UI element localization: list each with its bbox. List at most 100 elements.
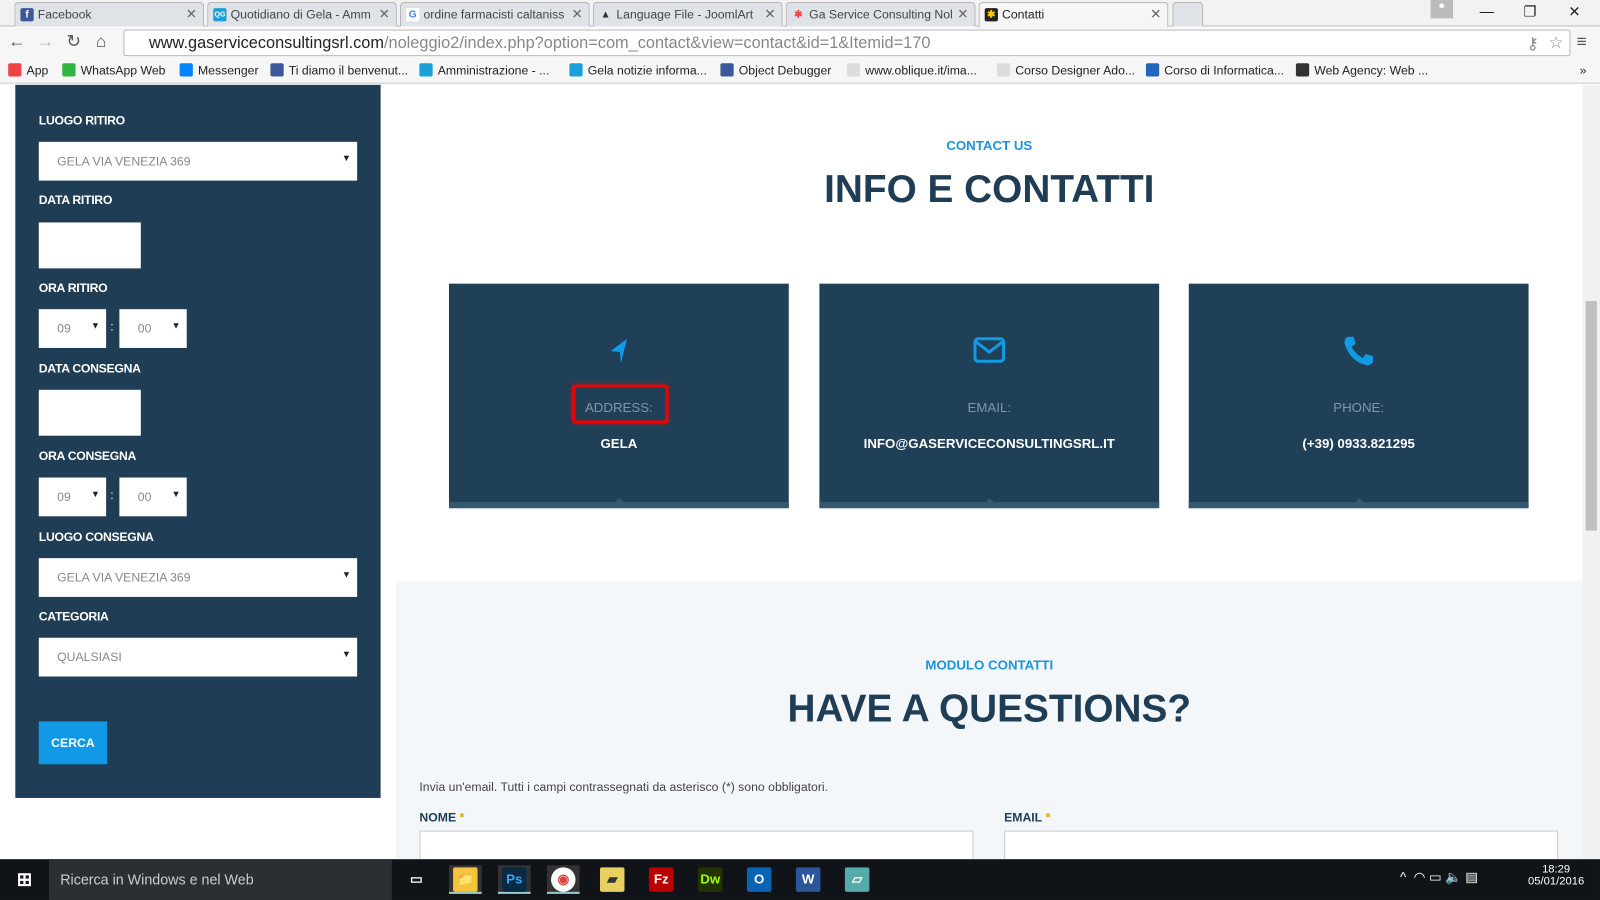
start-button[interactable]: ⊞ [8,865,41,894]
windows-taskbar: ⊞ Ricerca in Windows e nel Web ▭ 📁 Ps ◉ ▰ Fz D… [0,859,1600,900]
close-tab-icon[interactable]: ✕ [186,6,197,22]
url-path: /noleggio2/index.php?option=com_contact&… [383,34,931,53]
star-icon[interactable]: ☆ [1549,33,1564,53]
categoria-select[interactable]: QUALSIASI ▼ [38,637,358,677]
bookmark-icon [996,63,1011,77]
tab-facebook[interactable]: f Facebook ✕ [14,2,205,27]
tray-icons[interactable]: ^ ◠ ▭ 🔈 ▤ [1400,869,1478,885]
email-label-text: EMAIL [1004,810,1043,825]
bookmark-icon [846,63,861,77]
bookmark-icon [569,63,583,77]
profile-icon[interactable]: ● [1430,0,1454,19]
dropdown-arrow-icon: ▼ [171,488,181,499]
form-intro: Invia un'email. Tutti i campi contrasseg… [419,779,829,794]
cerca-button[interactable]: CERCA [38,721,108,765]
data-ritiro-input[interactable] [38,222,141,269]
back-icon[interactable]: ← [8,32,25,52]
tab-gaservice[interactable]: ✱ Ga Service Consulting Nol ✕ [785,2,976,27]
bookmark-item[interactable]: Gela notizie informa... [569,63,707,78]
minimize-button[interactable]: — [1480,3,1494,19]
address-bar[interactable]: www.gaserviceconsultingsrl.com/noleggio2… [123,29,1571,57]
taskbar-app-icon[interactable]: 📁 [448,865,482,894]
close-tab-icon[interactable]: ✕ [379,6,390,22]
luogo-ritiro-select[interactable]: GELA VIA VENEZIA 369 ▼ [38,141,358,181]
email-input[interactable] [1004,830,1559,860]
bookmark-item[interactable]: Object Debugger [720,63,831,78]
bookmark-label: Gela notizie informa... [587,63,707,78]
tab-google[interactable]: Gordine farmacisti caltaniss ✕ [399,2,590,27]
select-value: 00 [137,321,152,336]
data-consegna-input[interactable] [38,389,141,436]
phone-value[interactable]: (+39) 0933.821295 [1189,436,1529,451]
bookmark-label: WhatsApp Web [80,63,166,78]
bookmark-label: Messenger [197,63,259,78]
taskbar-search[interactable]: Ricerca in Windows e nel Web [48,859,392,900]
menu-icon[interactable]: ≡ [1577,32,1587,52]
nome-input[interactable] [419,830,974,860]
address-card: ADDRESS: GELA [448,283,789,509]
close-tab-icon[interactable]: ✕ [572,6,583,22]
taskbar-app-icon[interactable]: Fz [645,865,678,894]
taskbar-app-icon[interactable]: ▰ [596,865,629,894]
bookmark-item[interactable]: Ti diamo il benvenut... [270,63,408,78]
forward-icon[interactable]: → [37,32,54,52]
bookmark-label: App [26,63,49,78]
taskbar-app-icon[interactable]: Dw [694,865,727,894]
google-icon: G [406,8,420,22]
app-glyph: Fz [648,867,674,892]
taskbar-app-icon[interactable]: Ps [497,865,531,894]
close-tab-icon[interactable]: ✕ [1150,6,1161,22]
tab-strip: f Facebook ✕ QG Quotidiano di Gela - Amm ✕ G… [0,0,1600,28]
bookmark-item[interactable]: WhatsApp Web [62,63,166,78]
bookmark-item[interactable]: App [8,63,49,78]
ora-ritiro-label: ORA RITIRO [38,280,108,295]
reload-icon[interactable]: ↻ [66,32,81,52]
bookmark-item[interactable]: Web Agency: Web ... [1295,63,1428,78]
bookmarks-overflow-icon[interactable]: » [1580,63,1587,77]
ora-consegna-hour-select[interactable]: 09 ▼ [38,477,107,517]
time-separator: : [110,319,114,334]
bookmark-icon [179,63,193,77]
tab-joomlart[interactable]: ▲ Language File - JoomlArt ✕ [592,2,783,27]
new-tab-button[interactable] [1172,2,1204,27]
close-tab-icon[interactable]: ✕ [957,6,968,22]
restore-button[interactable]: ❐ [1523,3,1536,20]
bookmark-item[interactable]: Corso di Informatica... [1145,63,1285,78]
dropdown-arrow-icon: ▼ [171,320,181,331]
categoria-label: CATEGORIA [38,609,109,624]
url-domain: www.gaserviceconsultingsrl.com [148,34,384,53]
facebook-icon: f [20,8,34,22]
select-value: GELA VIA VENEZIA 369 [57,154,191,169]
tab-title: Language File - JoomlArt [616,7,754,22]
select-value: 09 [57,321,71,336]
email-value[interactable]: INFO@GASERVICECONSULTINGSRL.IT [819,436,1159,451]
tab-quotidiano[interactable]: QG Quotidiano di Gela - Amm ✕ [207,2,397,27]
ora-ritiro-minute-select[interactable]: 00 ▼ [119,309,187,348]
clock-date: 05/01/2016 [1528,875,1585,888]
highlight-box [572,384,669,424]
taskbar-app-icon[interactable]: ▭ [400,865,433,894]
tab-contatti[interactable]: ✱ Contatti ✕ [978,2,1169,28]
key-icon[interactable]: ⚷ [1527,34,1539,54]
taskbar-app-icon[interactable]: W [792,865,825,894]
ora-ritiro-hour-select[interactable]: 09 ▼ [38,309,107,348]
bookmark-item[interactable]: www.oblique.it/ima... [846,63,977,78]
bookmark-label: Amministrazione - ... [437,63,550,78]
close-window-button[interactable]: ✕ [1568,3,1580,20]
data-consegna-label: DATA CONSEGNA [38,361,141,376]
dropdown-arrow-icon: ▼ [341,648,352,660]
bookmark-item[interactable]: Amministrazione - ... [419,63,550,78]
luogo-consegna-select[interactable]: GELA VIA VENEZIA 369 ▼ [38,558,358,597]
taskbar-app-icon[interactable]: ◉ [546,865,580,894]
taskbar-app-icon[interactable]: ▱ [841,865,874,894]
ora-consegna-minute-select[interactable]: 00 ▼ [119,477,187,517]
home-icon[interactable]: ⌂ [96,32,106,52]
bookmark-item[interactable]: Corso Designer Ado... [996,63,1135,78]
close-tab-icon[interactable]: ✕ [764,6,775,22]
bookmark-item[interactable]: Messenger [179,63,259,78]
page-scrollbar[interactable] [1582,84,1600,860]
clock[interactable]: 18:29 05/01/2016 [1520,863,1591,887]
bookmark-label: Corso di Informatica... [1164,63,1285,78]
scrollbar-thumb[interactable] [1585,301,1597,531]
taskbar-app-icon[interactable]: O [743,865,776,894]
